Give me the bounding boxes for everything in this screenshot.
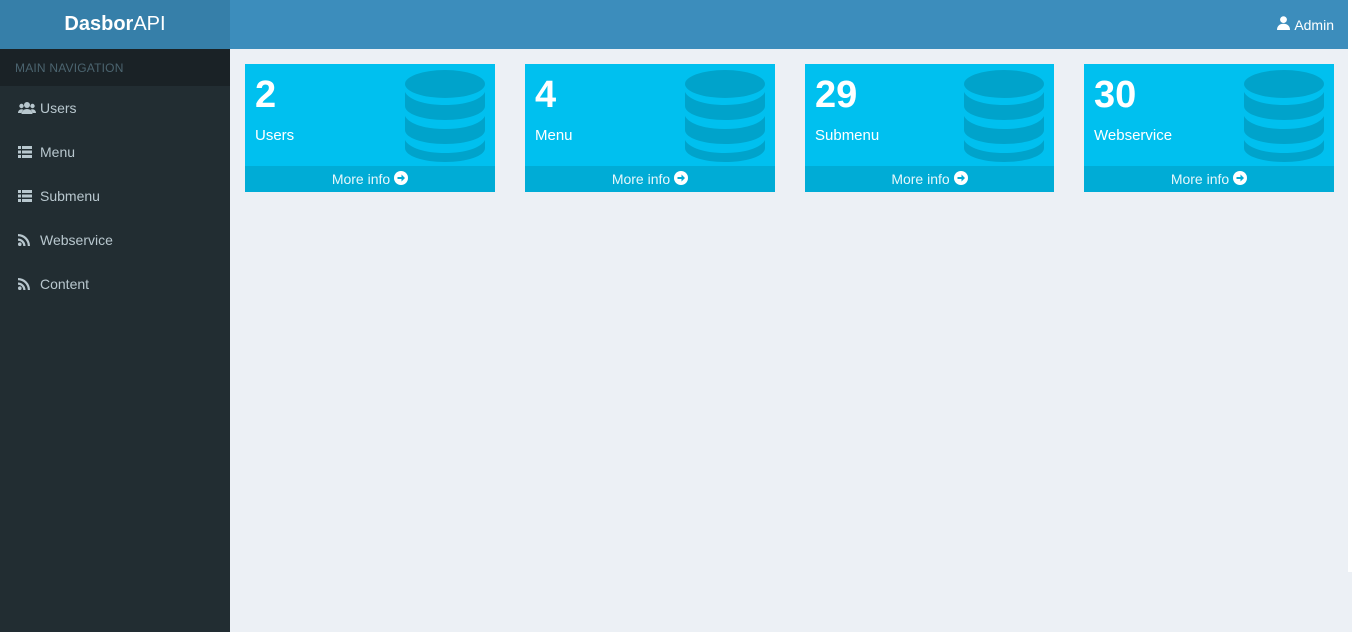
user-menu[interactable]: Admin [1277,16,1334,33]
sidebar-item-submenu[interactable]: Submenu [0,174,230,218]
more-info-link[interactable]: More info [245,166,495,192]
list-icon [18,190,36,202]
arrow-circle-right-icon [390,170,409,188]
sidebar-item-label: Users [40,100,77,116]
users-icon [18,101,36,115]
nav-header: MAIN NAVIGATION [0,49,230,86]
app-logo[interactable]: Dasbor API [0,0,230,49]
logo-light-text: API [133,13,166,35]
stat-box-submenu: 29 Submenu More info [805,64,1054,192]
arrow-circle-right-icon [670,170,689,188]
sidebar-item-menu[interactable]: Menu [0,130,230,174]
more-info-link[interactable]: More info [805,166,1054,192]
scrollbar-track [1348,0,1352,572]
database-icon [964,70,1044,165]
more-info-label: More info [611,171,671,187]
more-info-label: More info [891,171,950,187]
stat-box-menu: 4 Menu More info [525,64,775,192]
rss-icon [18,234,36,246]
stat-box-webservice: 30 Webservice More info [1084,64,1334,192]
list-icon [18,146,36,158]
sidebar-item-content[interactable]: Content [0,262,230,306]
database-icon [1244,70,1324,165]
sidebar-item-users[interactable]: Users [0,86,230,130]
rss-icon [18,278,36,290]
arrow-circle-right-icon [1229,170,1248,188]
top-navbar: Admin [230,0,1348,49]
sidebar-item-label: Webservice [40,232,113,248]
sidebar-item-label: Submenu [40,188,100,204]
logo-bold-text: Dasbor [64,13,134,35]
more-info-label: More info [1170,171,1230,187]
sidebar-item-label: Content [40,276,90,292]
sidebar: Dasbor API MAIN NAVIGATION Users Menu Sub… [0,0,230,632]
sidebar-item-label: Menu [40,144,76,160]
more-info-link[interactable]: More info [1084,166,1334,192]
user-icon [1277,16,1294,33]
database-icon [405,70,485,165]
database-icon [685,70,765,165]
arrow-circle-right-icon [950,170,968,188]
user-name: Admin [1294,16,1334,33]
sidebar-item-webservice[interactable]: Webservice [0,218,230,262]
more-info-link[interactable]: More info [525,166,775,192]
more-info-label: More info [331,171,391,187]
stat-box-users: 2 Users More info [245,64,495,192]
